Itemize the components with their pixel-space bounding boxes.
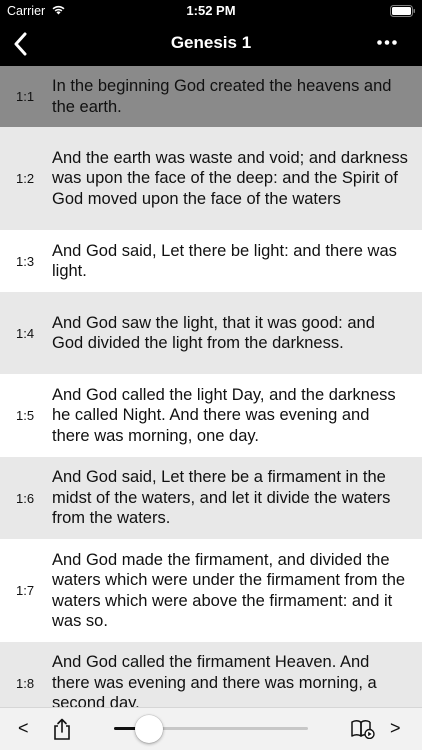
more-options-button[interactable]: [370, 30, 404, 58]
verse-list[interactable]: 1:1 In the beginning God created the hea…: [0, 66, 422, 707]
verse-row[interactable]: 1:1 In the beginning God created the hea…: [0, 66, 422, 127]
verse-number: 1:3: [16, 253, 35, 269]
verse-number: 1:1: [16, 89, 35, 104]
verse-row[interactable]: 1:6 And God said, Let there be a firmame…: [0, 457, 422, 539]
navigation-bar: Genesis 1: [0, 22, 422, 66]
verse-text: And God said, Let there be light: and th…: [52, 241, 397, 281]
verse-text: And God called the firmament Heaven. And…: [52, 653, 377, 707]
verse-number: 1:2: [16, 171, 35, 186]
previous-chapter-button[interactable]: <: [18, 718, 29, 739]
verse-row[interactable]: 1:7 And God made the firmament, and divi…: [0, 539, 422, 642]
verse-row[interactable]: 1:8 And God called the firmament Heaven.…: [0, 642, 422, 707]
slider-thumb[interactable]: [134, 715, 163, 743]
verse-number: 1:5: [16, 408, 35, 423]
verse-number: 1:7: [16, 583, 35, 598]
verse-text: And God called the light Day, and the da…: [52, 385, 396, 445]
verse-text: And the earth was waste and void; and da…: [52, 148, 408, 208]
verse-number: 1:4: [16, 325, 35, 341]
battery-icon: [390, 5, 415, 17]
status-time: 1:52 PM: [186, 3, 236, 18]
verse-number: 1:8: [16, 675, 35, 691]
verse-text: And God made the firmament, and divided …: [52, 550, 406, 631]
verse-text: And God said, Let there be a firmament i…: [52, 468, 391, 528]
ellipsis-icon: [377, 40, 397, 45]
verse-text: In the beginning God created the heavens…: [52, 77, 392, 116]
page-title: Genesis 1: [170, 33, 252, 52]
bottom-toolbar: < >: [0, 707, 422, 750]
verse-row[interactable]: 1:2 And the earth was waste and void; an…: [0, 127, 422, 230]
audio-book-icon[interactable]: [350, 719, 376, 739]
status-bar: Carrier 1:52 PM: [0, 0, 422, 22]
verse-number: 1:6: [16, 490, 35, 506]
share-icon[interactable]: [52, 718, 72, 740]
next-chapter-button[interactable]: >: [390, 718, 401, 739]
verse-text: And God saw the light, that it was good:…: [52, 313, 375, 353]
verse-row[interactable]: 1:5 And God called the light Day, and th…: [0, 374, 422, 457]
verse-row[interactable]: 1:3 And God said, Let there be light: an…: [0, 230, 422, 292]
verse-row[interactable]: 1:4 And God saw the light, that it was g…: [0, 292, 422, 374]
